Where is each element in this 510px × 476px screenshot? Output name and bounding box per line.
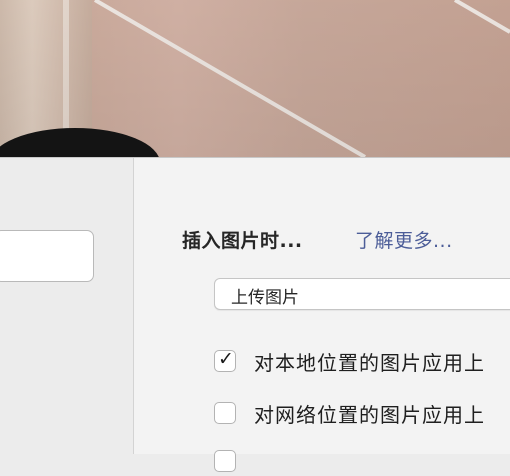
- checkmark-icon: ✓: [218, 348, 234, 370]
- learn-more-link[interactable]: 了解更多...: [355, 226, 453, 253]
- local-images-checkbox[interactable]: ✓: [214, 348, 236, 372]
- upload-image-select-value: 上传图片: [231, 288, 299, 308]
- text-field[interactable]: [0, 230, 94, 282]
- network-images-label: 对网络位置的图片应用上: [254, 403, 485, 427]
- left-panel: [0, 158, 133, 454]
- insert-image-heading: 插入图片时...: [182, 230, 303, 252]
- third-checkbox[interactable]: [214, 450, 236, 472]
- background-photo: [0, 0, 510, 157]
- network-images-checkbox[interactable]: [214, 402, 236, 424]
- local-images-label: 对本地位置的图片应用上: [254, 351, 485, 375]
- upload-image-select[interactable]: 上传图片: [214, 278, 510, 310]
